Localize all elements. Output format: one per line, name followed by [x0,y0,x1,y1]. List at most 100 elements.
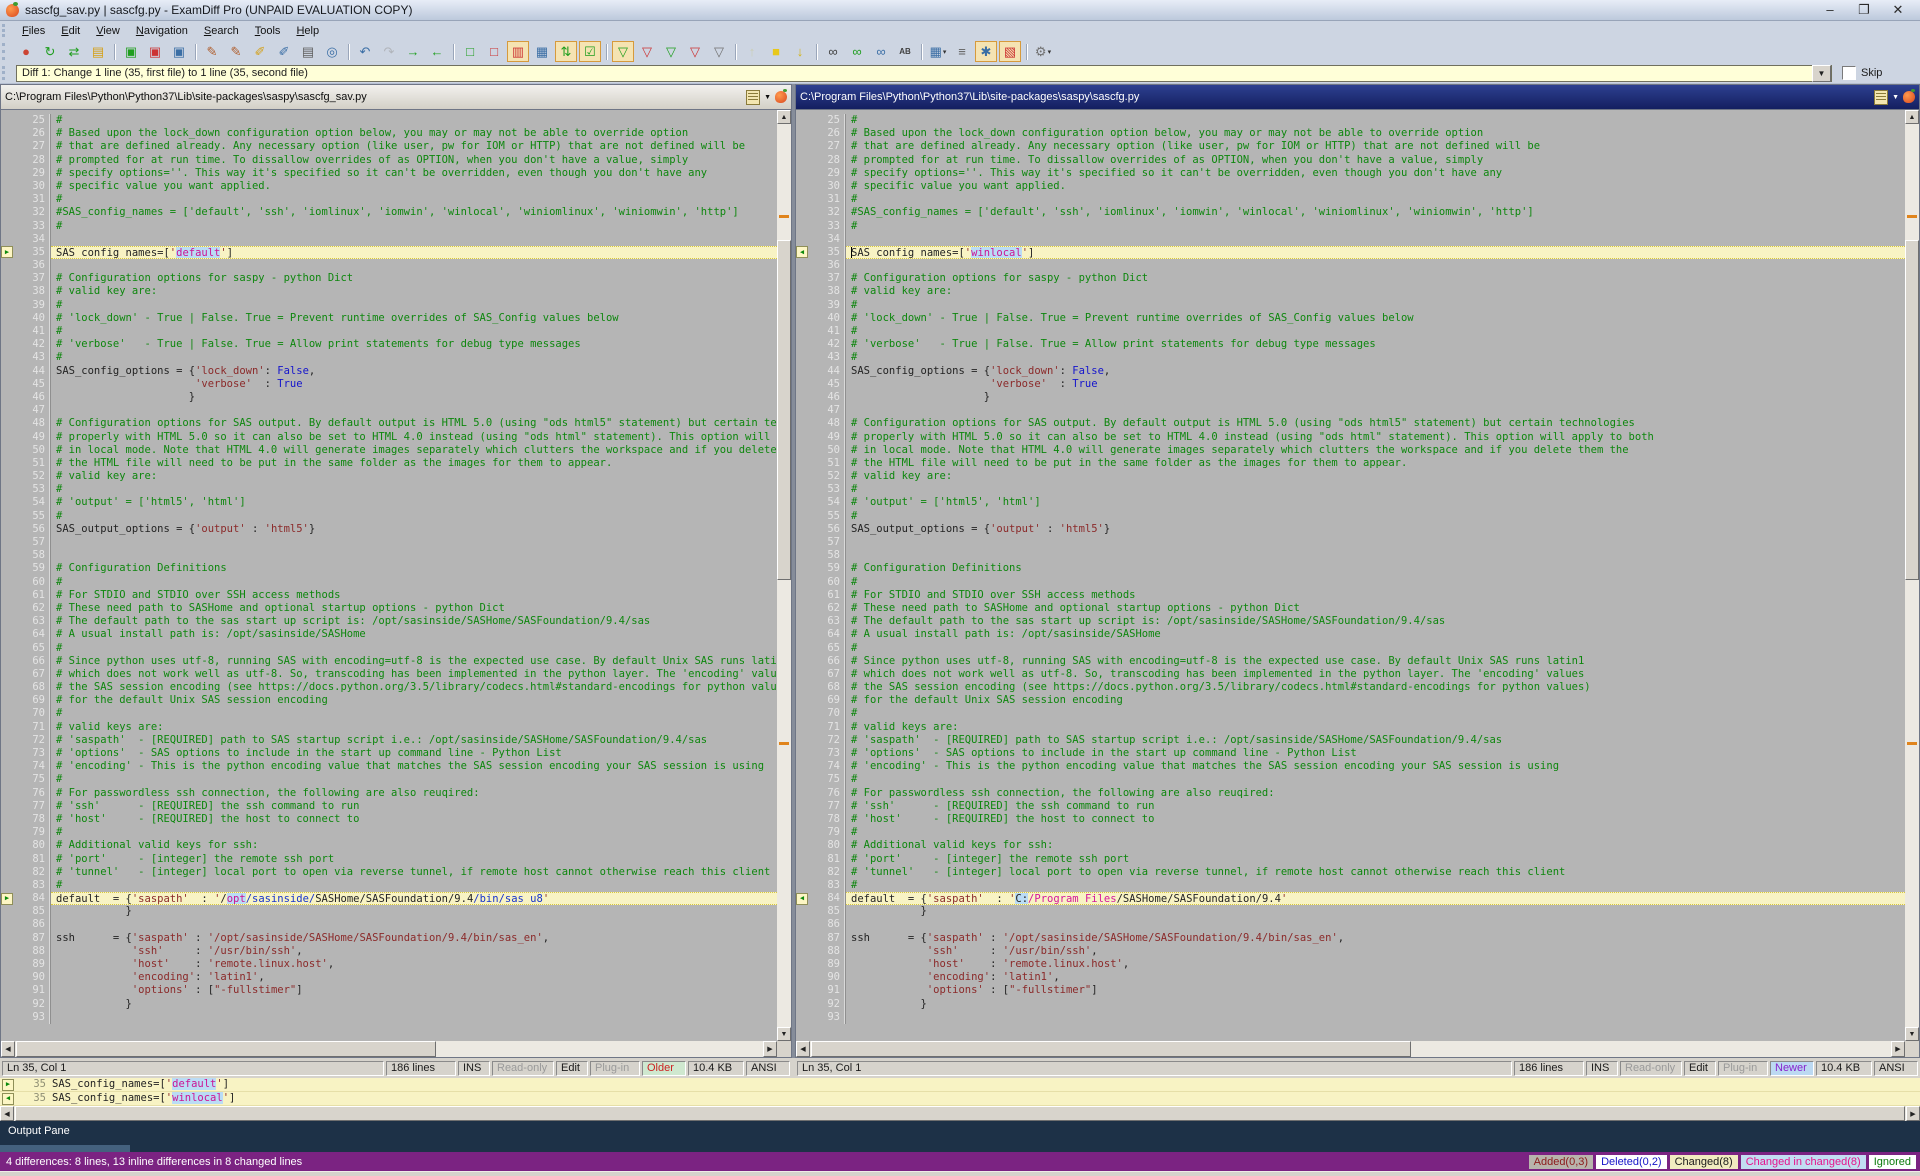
prev-difference-icon[interactable]: ← [426,41,448,62]
legend-changed-in-changed-8-[interactable]: Changed in changed(8) [1741,1155,1866,1169]
line-text[interactable]: # specific value you want applied. [846,180,1905,193]
menu-navigation[interactable]: Navigation [128,23,196,39]
line-text[interactable]: # 'ssh' - [REQUIRED] the ssh command to … [51,800,777,813]
line-text[interactable]: # Configuration options for SAS output. … [51,417,777,430]
close-icon[interactable]: ✕ [1888,2,1908,18]
line-text[interactable]: # [51,879,777,892]
line-text[interactable] [846,918,1905,931]
status-plug-in[interactable]: Plug-in [1718,1061,1768,1076]
legend-added-0-3-[interactable]: Added(0,3) [1529,1155,1593,1169]
print-icon[interactable]: ▤ [297,41,319,62]
line-text[interactable]: # For passwordless ssh connection, the f… [51,787,777,800]
menu-edit[interactable]: Edit [53,23,88,39]
line-text[interactable]: SAS_config_names=['winlocal'] [846,246,1905,259]
word-wrap-icon[interactable]: ≡ [951,41,973,62]
diff-marker-tick[interactable] [1907,742,1917,745]
compare-files-icon[interactable]: ● [15,41,37,62]
line-text[interactable]: # properly with HTML 5.0 so it can also … [51,431,777,444]
scroll-down-icon[interactable]: ▼ [777,1027,791,1041]
line-text[interactable]: # valid key are: [846,285,1905,298]
line-text[interactable]: # 'output' = ['html5', 'html'] [846,496,1905,509]
show-different-icon[interactable]: □ [483,41,505,62]
first-file-code[interactable]: 25#26# Based upon the lock_down configur… [1,110,777,1041]
scroll-up-icon[interactable]: ▲ [1905,110,1919,124]
line-text[interactable]: # 'ssh' - [REQUIRED] the ssh command to … [846,800,1905,813]
line-text[interactable]: # [51,299,777,312]
second-hscrollbar[interactable]: ◀ ▶ [796,1041,1905,1057]
line-text[interactable]: # the SAS session encoding (see https://… [846,681,1905,694]
line-text[interactable]: 'verbose' : True [51,378,777,391]
line-text[interactable]: # specify options=''. This way it's spec… [846,167,1905,180]
output-pane-header[interactable]: Output Pane [0,1121,1920,1152]
diff-arrow-left-icon[interactable]: ◀ [2,1093,14,1105]
line-text[interactable]: default = {'saspath' : 'C:/Program Files… [846,892,1905,905]
line-text[interactable]: SAS_output_options = {'output' : 'html5'… [51,523,777,536]
output-pane-tab[interactable] [0,1145,130,1152]
header-caret-icon[interactable]: ▼ [1892,94,1899,101]
skip-checkbox[interactable] [1842,66,1856,80]
line-text[interactable]: # [51,351,777,364]
diff-arrow-right-icon[interactable]: ▶ [1,246,13,258]
line-text[interactable]: # [51,576,777,589]
line-text[interactable]: # [51,193,777,206]
line-text[interactable]: # [846,483,1905,496]
line-text[interactable]: # [51,510,777,523]
line-text[interactable]: # These need path to SASHome and optiona… [846,602,1905,615]
filter-deleted-icon[interactable]: ▽ [660,41,682,62]
line-text[interactable]: # [51,773,777,786]
line-text[interactable]: SAS_config_options = {'lock_down': False… [846,365,1905,378]
line-text[interactable]: 'ssh' : '/usr/bin/ssh', [846,945,1905,958]
line-text[interactable]: # valid key are: [51,470,777,483]
first-hscrollbar[interactable]: ◀ ▶ [1,1041,777,1057]
first-vscroll-thumb[interactable] [777,240,791,580]
scroll-right-icon[interactable]: ▶ [1891,1041,1905,1057]
edit-second-icon[interactable]: ✎ [225,41,247,62]
line-text[interactable] [51,259,777,272]
second-vscrollbar[interactable]: ▲ ▼ [1905,110,1919,1041]
diff-detail-row[interactable]: ◀35SAS_config_names=['winlocal'] [0,1092,1920,1106]
line-text[interactable]: # 'options' - SAS options to include in … [846,747,1905,760]
line-text[interactable]: 'host' : 'remote.linux.host', [51,958,777,971]
line-text[interactable]: # [846,325,1905,338]
diff-arrow-right-icon[interactable]: ▶ [1,893,13,905]
save-as-first-icon[interactable]: ✐ [249,41,271,62]
line-text[interactable]: 'encoding': 'latin1', [51,971,777,984]
line-text[interactable]: # The default path to the sas start up s… [51,615,777,628]
diff-combo-box[interactable]: Diff 1: Change 1 line (35, first file) t… [16,65,1832,82]
line-text[interactable]: # specific value you want applied. [51,180,777,193]
second-vscroll-thumb[interactable] [1905,240,1919,580]
menu-help[interactable]: Help [288,23,327,39]
line-text[interactable]: # 'encoding' - This is the python encodi… [51,760,777,773]
line-text[interactable]: # valid keys are: [51,721,777,734]
line-text[interactable]: # Since python uses utf-8, running SAS w… [51,655,777,668]
line-text[interactable] [51,549,777,562]
header-file-icon[interactable] [1874,90,1888,105]
line-text[interactable] [846,549,1905,562]
diff-dropdown-icon[interactable]: ▼ [1812,65,1831,82]
line-text[interactable]: # [51,114,777,127]
line-text[interactable]: # Configuration options for SAS output. … [846,417,1905,430]
line-text[interactable]: # [846,773,1905,786]
status-edit[interactable]: Edit [1684,1061,1716,1076]
line-text[interactable]: # for the default Unix SAS session encod… [846,694,1905,707]
line-text[interactable] [846,536,1905,549]
status-ins[interactable]: INS [458,1061,490,1076]
line-text[interactable] [51,918,777,931]
scroll-right-icon[interactable]: ▶ [763,1041,777,1057]
line-text[interactable]: ssh = {'saspath' : '/opt/sasinside/SASHo… [51,932,777,945]
first-vscrollbar[interactable]: ▲ ▼ [777,110,791,1041]
line-text[interactable]: # 'port' - [integer] the remote ssh port [51,853,777,866]
line-text[interactable] [846,233,1905,246]
save-second-icon[interactable]: ▣ [144,41,166,62]
first-file-header[interactable]: C:\Program Files\Python\Python37\Lib\sit… [0,84,792,110]
open-files-icon[interactable]: ▤ [87,41,109,62]
line-text[interactable]: # Additional valid keys for ssh: [51,839,777,852]
line-text[interactable]: # prompted for at run time. To dissallow… [846,154,1905,167]
line-text[interactable]: # [846,193,1905,206]
toolbar-grip[interactable] [2,43,10,59]
filter-changed-icon[interactable]: ▽ [684,41,706,62]
line-text[interactable]: # 'host' - [REQUIRED] the host to connec… [846,813,1905,826]
restore-icon[interactable]: ❐ [1854,2,1874,18]
line-text[interactable]: } [846,391,1905,404]
diffbar-grip[interactable] [2,66,10,80]
